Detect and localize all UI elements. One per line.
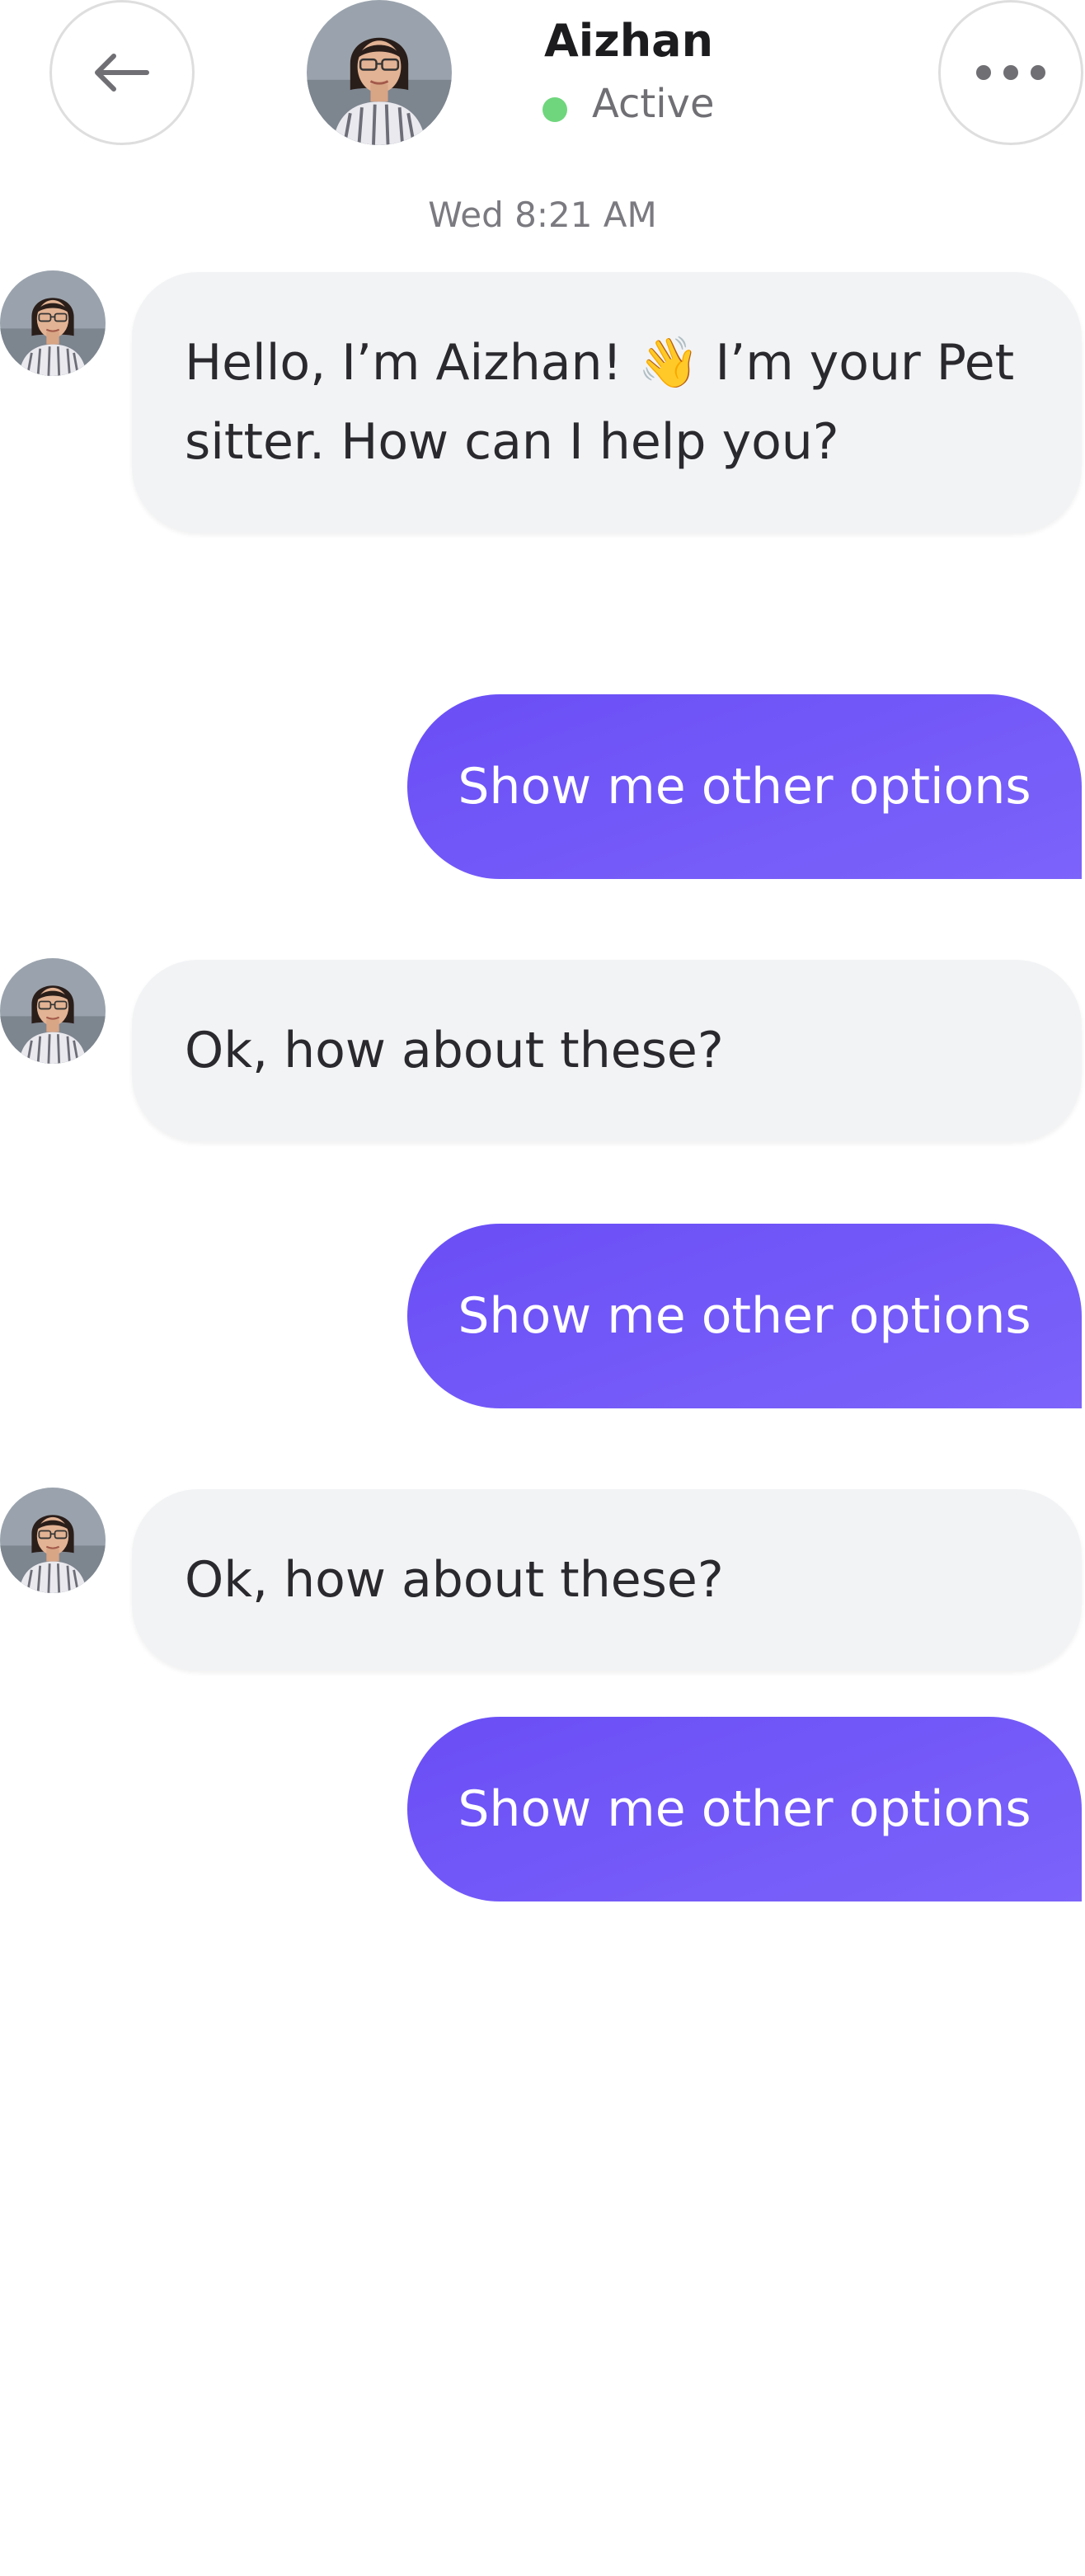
message-avatar xyxy=(0,270,106,376)
incoming-message: Hello, I’m Aizhan! 👋 I’m your Pet sitter… xyxy=(132,272,1082,533)
back-button[interactable] xyxy=(49,0,195,145)
more-options-button[interactable] xyxy=(938,0,1083,145)
outgoing-message: Show me other options xyxy=(407,1224,1082,1408)
message-timestamp: Wed 8:21 AM xyxy=(428,195,657,235)
status-text: Active xyxy=(592,81,715,127)
message-avatar xyxy=(0,1488,106,1593)
status-dot xyxy=(542,97,567,122)
arrow-left-icon xyxy=(95,54,149,92)
message-avatar xyxy=(0,958,106,1064)
message-text: Ok, how about these? xyxy=(185,1022,724,1079)
message-text: Show me other options xyxy=(458,758,1031,816)
outgoing-message: Show me other options xyxy=(407,694,1082,879)
message-text: Show me other options xyxy=(458,1287,1031,1345)
message-text: Ok, how about these? xyxy=(185,1551,724,1609)
outgoing-message: Show me other options xyxy=(407,1717,1082,1901)
more-horizontal-icon xyxy=(976,65,1045,80)
incoming-message: Ok, how about these? xyxy=(132,1489,1082,1671)
message-text: Hello, I’m Aizhan! 👋 I’m your Pet sitter… xyxy=(185,334,1015,471)
contact-avatar[interactable] xyxy=(307,0,452,145)
message-text: Show me other options xyxy=(458,1780,1031,1838)
contact-name: Aizhan xyxy=(544,15,714,67)
incoming-message: Ok, how about these? xyxy=(132,960,1082,1141)
